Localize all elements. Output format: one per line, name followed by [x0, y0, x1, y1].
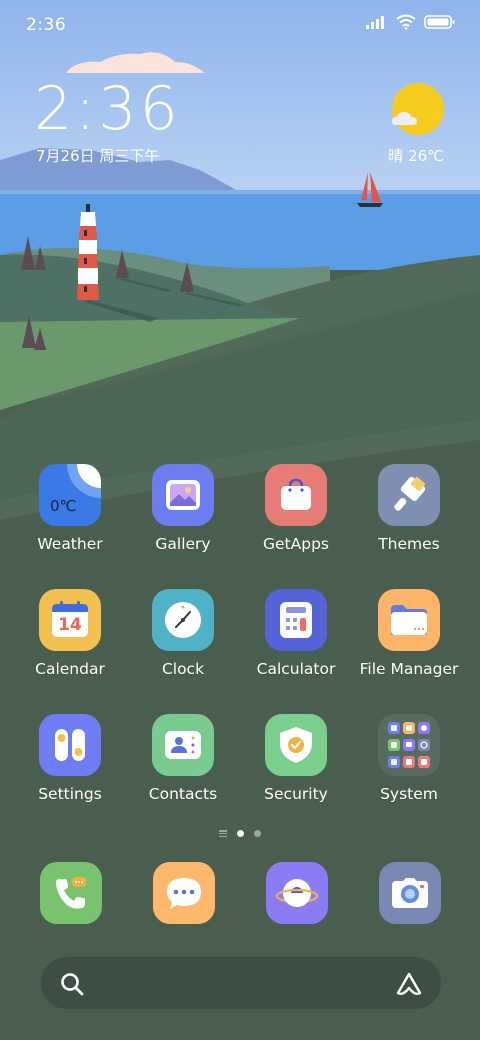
- app-calculator[interactable]: Calculator: [239, 589, 353, 689]
- weather-icon-temp: 0℃: [50, 497, 77, 515]
- app-label: Calendar: [35, 660, 105, 678]
- browser-icon: [275, 879, 319, 907]
- security-icon: [265, 714, 327, 776]
- weather-widget-text[interactable]: 晴 26℃: [388, 145, 444, 166]
- status-icons: [366, 14, 456, 30]
- dock-camera-button[interactable]: [379, 862, 441, 924]
- status-bar: 2:36: [0, 0, 480, 50]
- calendar-icon-day: 14: [58, 615, 82, 635]
- app-label: Contacts: [148, 785, 218, 803]
- weather-icon: 0℃: [39, 464, 101, 526]
- dock-messages-button[interactable]: [153, 862, 215, 924]
- app-label: Themes: [378, 535, 440, 553]
- calendar-icon: 14: [39, 589, 101, 651]
- getapps-icon: [265, 464, 327, 526]
- page-dot-active[interactable]: [237, 830, 244, 837]
- clock-widget-time[interactable]: 2:36: [34, 74, 181, 144]
- folder-system-icon: [378, 714, 440, 776]
- search-bar[interactable]: [40, 956, 442, 1010]
- app-label: System: [380, 785, 438, 803]
- app-gallery[interactable]: Gallery: [126, 464, 240, 564]
- app-getapps[interactable]: GetApps: [239, 464, 353, 564]
- messages-icon: [167, 878, 201, 909]
- app-themes[interactable]: Themes: [352, 464, 466, 564]
- app-label: Gallery: [155, 535, 211, 553]
- clock-icon: [152, 589, 214, 651]
- app-file-manager[interactable]: File Manager: [352, 589, 466, 689]
- cloud-icon: [392, 112, 417, 125]
- app-label: GetApps: [263, 535, 329, 553]
- app-label: Clock: [161, 660, 205, 678]
- calculator-icon: [265, 589, 327, 651]
- themes-icon: [378, 464, 440, 526]
- app-label: Calculator: [256, 660, 336, 678]
- settings-icon: [39, 714, 101, 776]
- app-contacts[interactable]: Contacts: [126, 714, 240, 814]
- page-indicator[interactable]: [0, 830, 480, 837]
- page-indicator-feed[interactable]: [219, 830, 227, 837]
- app-settings[interactable]: Settings: [13, 714, 127, 814]
- app-label: Settings: [38, 785, 102, 803]
- dock-browser-button[interactable]: [266, 862, 328, 924]
- signal-icon: [366, 16, 384, 29]
- gallery-icon: [152, 464, 214, 526]
- wifi-icon: [396, 14, 416, 30]
- app-clock[interactable]: Clock: [126, 589, 240, 689]
- assistant-icon[interactable]: [395, 971, 423, 997]
- status-time: 2:36: [26, 15, 67, 35]
- camera-icon: [392, 878, 428, 908]
- clock-widget-date[interactable]: 7月26日 周三下午: [36, 145, 159, 166]
- dock-phone-button[interactable]: [40, 862, 102, 924]
- page-dot[interactable]: [254, 830, 261, 837]
- search-icon[interactable]: [59, 971, 85, 997]
- app-calendar[interactable]: 14 Calendar: [13, 589, 127, 689]
- sun-icon[interactable]: [392, 83, 444, 135]
- battery-icon: [424, 15, 455, 29]
- phone-icon: [56, 877, 86, 909]
- app-weather[interactable]: 0℃ Weather: [13, 464, 127, 564]
- app-security[interactable]: Security: [239, 714, 353, 814]
- app-label: Weather: [37, 535, 103, 553]
- app-folder-system[interactable]: System: [352, 714, 466, 814]
- contacts-icon: [152, 714, 214, 776]
- app-label: Security: [264, 785, 328, 803]
- folder-icon: [378, 589, 440, 651]
- app-label: File Manager: [359, 660, 459, 678]
